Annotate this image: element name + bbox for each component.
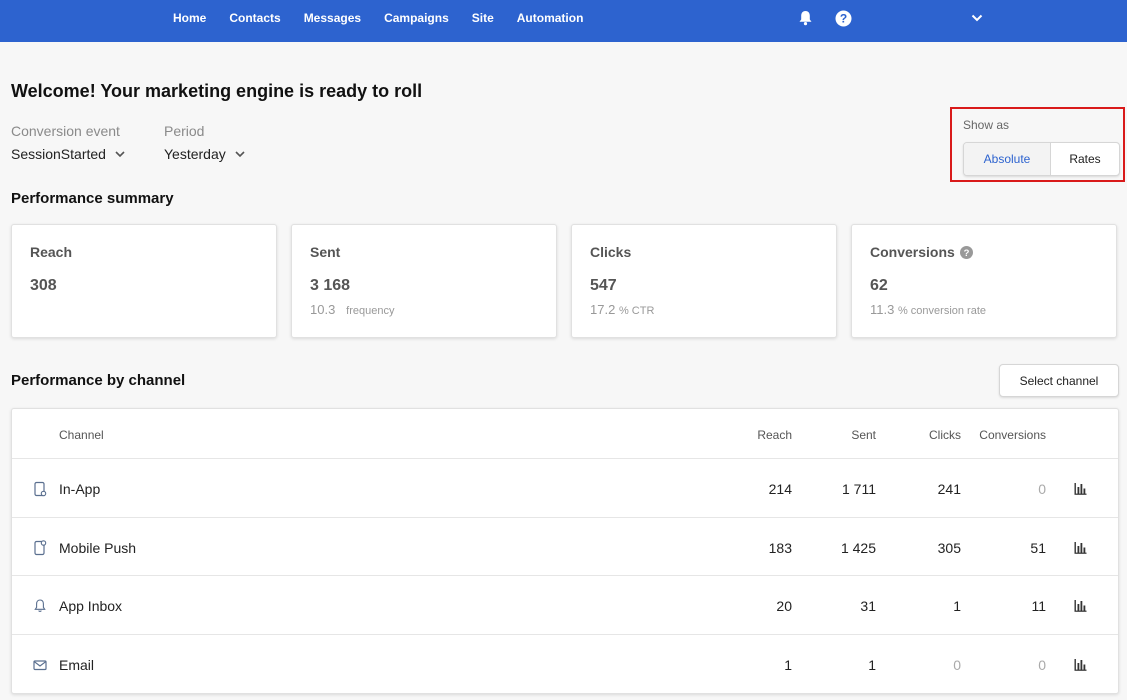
conversions-card: Conversions ? 62 11.3 % conversion rate xyxy=(851,224,1117,338)
channel-name: In-App xyxy=(59,481,101,497)
chevron-down-icon xyxy=(115,150,125,157)
mobile-push-icon xyxy=(34,540,47,556)
period-filter: Period Yesterday xyxy=(164,123,245,162)
conversions-value: 51 xyxy=(1030,540,1046,556)
channel-name: Mobile Push xyxy=(59,540,137,556)
performance-summary-title: Performance summary xyxy=(11,190,174,207)
nav-home[interactable]: Home xyxy=(173,11,206,25)
card-subtext: 17.2 % CTR xyxy=(590,302,818,317)
bell-icon[interactable] xyxy=(796,9,814,27)
card-title: Sent xyxy=(310,244,341,260)
card-title-row: Conversions ? xyxy=(870,244,1098,260)
mail-icon xyxy=(33,660,47,671)
nav-campaigns[interactable]: Campaigns xyxy=(384,11,449,25)
table-row[interactable]: App Inbox 20 31 1 11 xyxy=(12,576,1118,635)
conversions-value: 0 xyxy=(1038,657,1046,673)
channel-name: App Inbox xyxy=(59,598,123,614)
sent-card: Sent 3 168 10.3 frequency xyxy=(291,224,557,338)
card-title: Reach xyxy=(30,244,73,260)
reach-value: 214 xyxy=(768,481,792,497)
conversion-event-select[interactable]: SessionStarted xyxy=(11,146,125,162)
conversions-value: 0 xyxy=(1038,481,1046,497)
clicks-value: 241 xyxy=(937,481,961,497)
column-header-conversions[interactable]: Conversions xyxy=(979,428,1046,442)
nav-site[interactable]: Site xyxy=(472,11,494,25)
show-as-toggle: Absolute Rates xyxy=(963,142,1120,176)
card-value: 62 xyxy=(870,277,888,294)
table-row[interactable]: Mobile Push 183 1 425 305 51 xyxy=(12,518,1118,576)
chevron-down-icon[interactable] xyxy=(968,9,986,27)
show-as-panel: Show as Absolute Rates xyxy=(950,107,1125,182)
period-label: Period xyxy=(164,123,205,139)
show-as-label: Show as xyxy=(963,118,1010,132)
chevron-down-icon xyxy=(235,150,245,157)
card-title: Conversions xyxy=(870,244,955,260)
page-title: Welcome! Your marketing engine is ready … xyxy=(11,81,423,101)
bell-icon xyxy=(34,599,46,612)
channel-name: Email xyxy=(59,657,95,673)
sent-value: 31 xyxy=(860,598,876,614)
conversion-event-label: Conversion event xyxy=(11,123,120,139)
card-sub-unit: % CTR xyxy=(618,305,655,317)
nav-automation[interactable]: Automation xyxy=(517,11,584,25)
reach-card: Reach 308 xyxy=(11,224,277,338)
nav-messages[interactable]: Messages xyxy=(304,11,361,25)
sent-value: 1 425 xyxy=(840,540,876,556)
card-subtext: 10.3 frequency xyxy=(310,302,538,317)
bar-chart-icon[interactable] xyxy=(1074,599,1087,612)
card-sub-value: 10.3 xyxy=(310,302,336,317)
sent-value: 1 xyxy=(868,657,876,673)
card-sub-unit: frequency xyxy=(346,305,395,317)
table-header: Channel Reach Sent Clicks Conversions xyxy=(12,409,1118,459)
column-header-sent[interactable]: Sent xyxy=(851,428,876,442)
clicks-card: Clicks 547 17.2 % CTR xyxy=(571,224,837,338)
bar-chart-icon[interactable] xyxy=(1074,658,1087,671)
clicks-value: 0 xyxy=(953,657,961,673)
table-row[interactable]: In-App 214 1 711 241 0 xyxy=(12,459,1118,518)
reach-value: 1 xyxy=(784,657,792,673)
card-value: 3 168 xyxy=(310,277,351,294)
select-channel-button[interactable]: Select channel xyxy=(999,364,1119,397)
period-select[interactable]: Yesterday xyxy=(164,146,245,162)
card-value: 308 xyxy=(30,277,57,294)
card-sub-value: 11.3 xyxy=(870,302,895,317)
absolute-button[interactable]: Absolute xyxy=(964,143,1051,175)
table-row[interactable]: Email 1 1 0 0 xyxy=(12,635,1118,693)
help-icon[interactable]: ? xyxy=(834,9,852,27)
nav-contacts[interactable]: Contacts xyxy=(229,11,280,25)
reach-value: 183 xyxy=(768,540,792,556)
card-sub-value: 17.2 xyxy=(590,302,616,317)
in-app-icon xyxy=(34,481,47,497)
bar-chart-icon[interactable] xyxy=(1074,482,1087,495)
period-value: Yesterday xyxy=(164,146,226,162)
clicks-value: 1 xyxy=(953,598,961,614)
reach-value: 20 xyxy=(776,598,792,614)
card-value: 547 xyxy=(590,277,617,294)
performance-by-channel-title: Performance by channel xyxy=(11,372,186,389)
svg-text:?: ? xyxy=(839,11,846,25)
bar-chart-icon[interactable] xyxy=(1074,541,1087,554)
column-header-channel[interactable]: Channel xyxy=(59,428,104,442)
card-subtext: 11.3 % conversion rate xyxy=(870,302,1098,317)
conversion-event-filter: Conversion event SessionStarted xyxy=(11,123,125,162)
help-icon[interactable]: ? xyxy=(959,245,973,259)
sent-value: 1 711 xyxy=(842,481,876,497)
clicks-value: 305 xyxy=(937,540,961,556)
main-nav: Home Contacts Messages Campaigns Site Au… xyxy=(173,0,606,36)
rates-button[interactable]: Rates xyxy=(1051,143,1119,175)
conversion-event-value: SessionStarted xyxy=(11,146,106,162)
top-navigation-bar: Home Contacts Messages Campaigns Site Au… xyxy=(0,0,1127,42)
card-title: Clicks xyxy=(590,244,632,260)
svg-text:?: ? xyxy=(963,248,969,259)
column-header-reach[interactable]: Reach xyxy=(757,428,792,442)
card-sub-unit: % conversion rate xyxy=(897,305,987,317)
column-header-clicks[interactable]: Clicks xyxy=(929,428,961,442)
channel-table: Channel Reach Sent Clicks Conversions In… xyxy=(11,408,1119,694)
conversions-value: 11 xyxy=(1031,598,1046,614)
